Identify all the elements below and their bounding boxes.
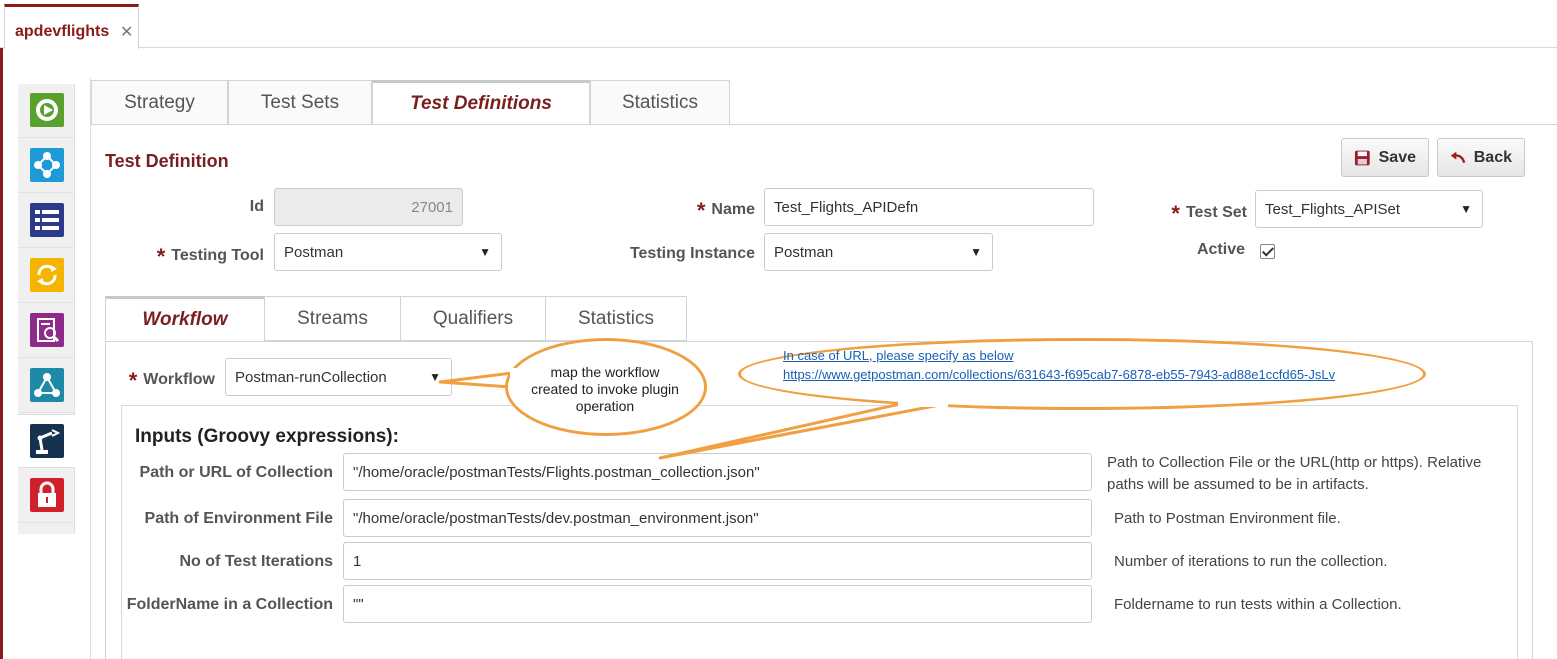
workflow-callout-text: map the workflow created to invoke plugi… — [531, 364, 679, 414]
callout-joint — [510, 368, 524, 392]
callout-joint — [898, 398, 948, 407]
url-callout-line1: In case of URL, please specify as below — [783, 348, 1014, 363]
callout-pointers — [438, 370, 947, 460]
url-callout-link[interactable]: https://www.getpostman.com/collections/6… — [783, 365, 1335, 384]
